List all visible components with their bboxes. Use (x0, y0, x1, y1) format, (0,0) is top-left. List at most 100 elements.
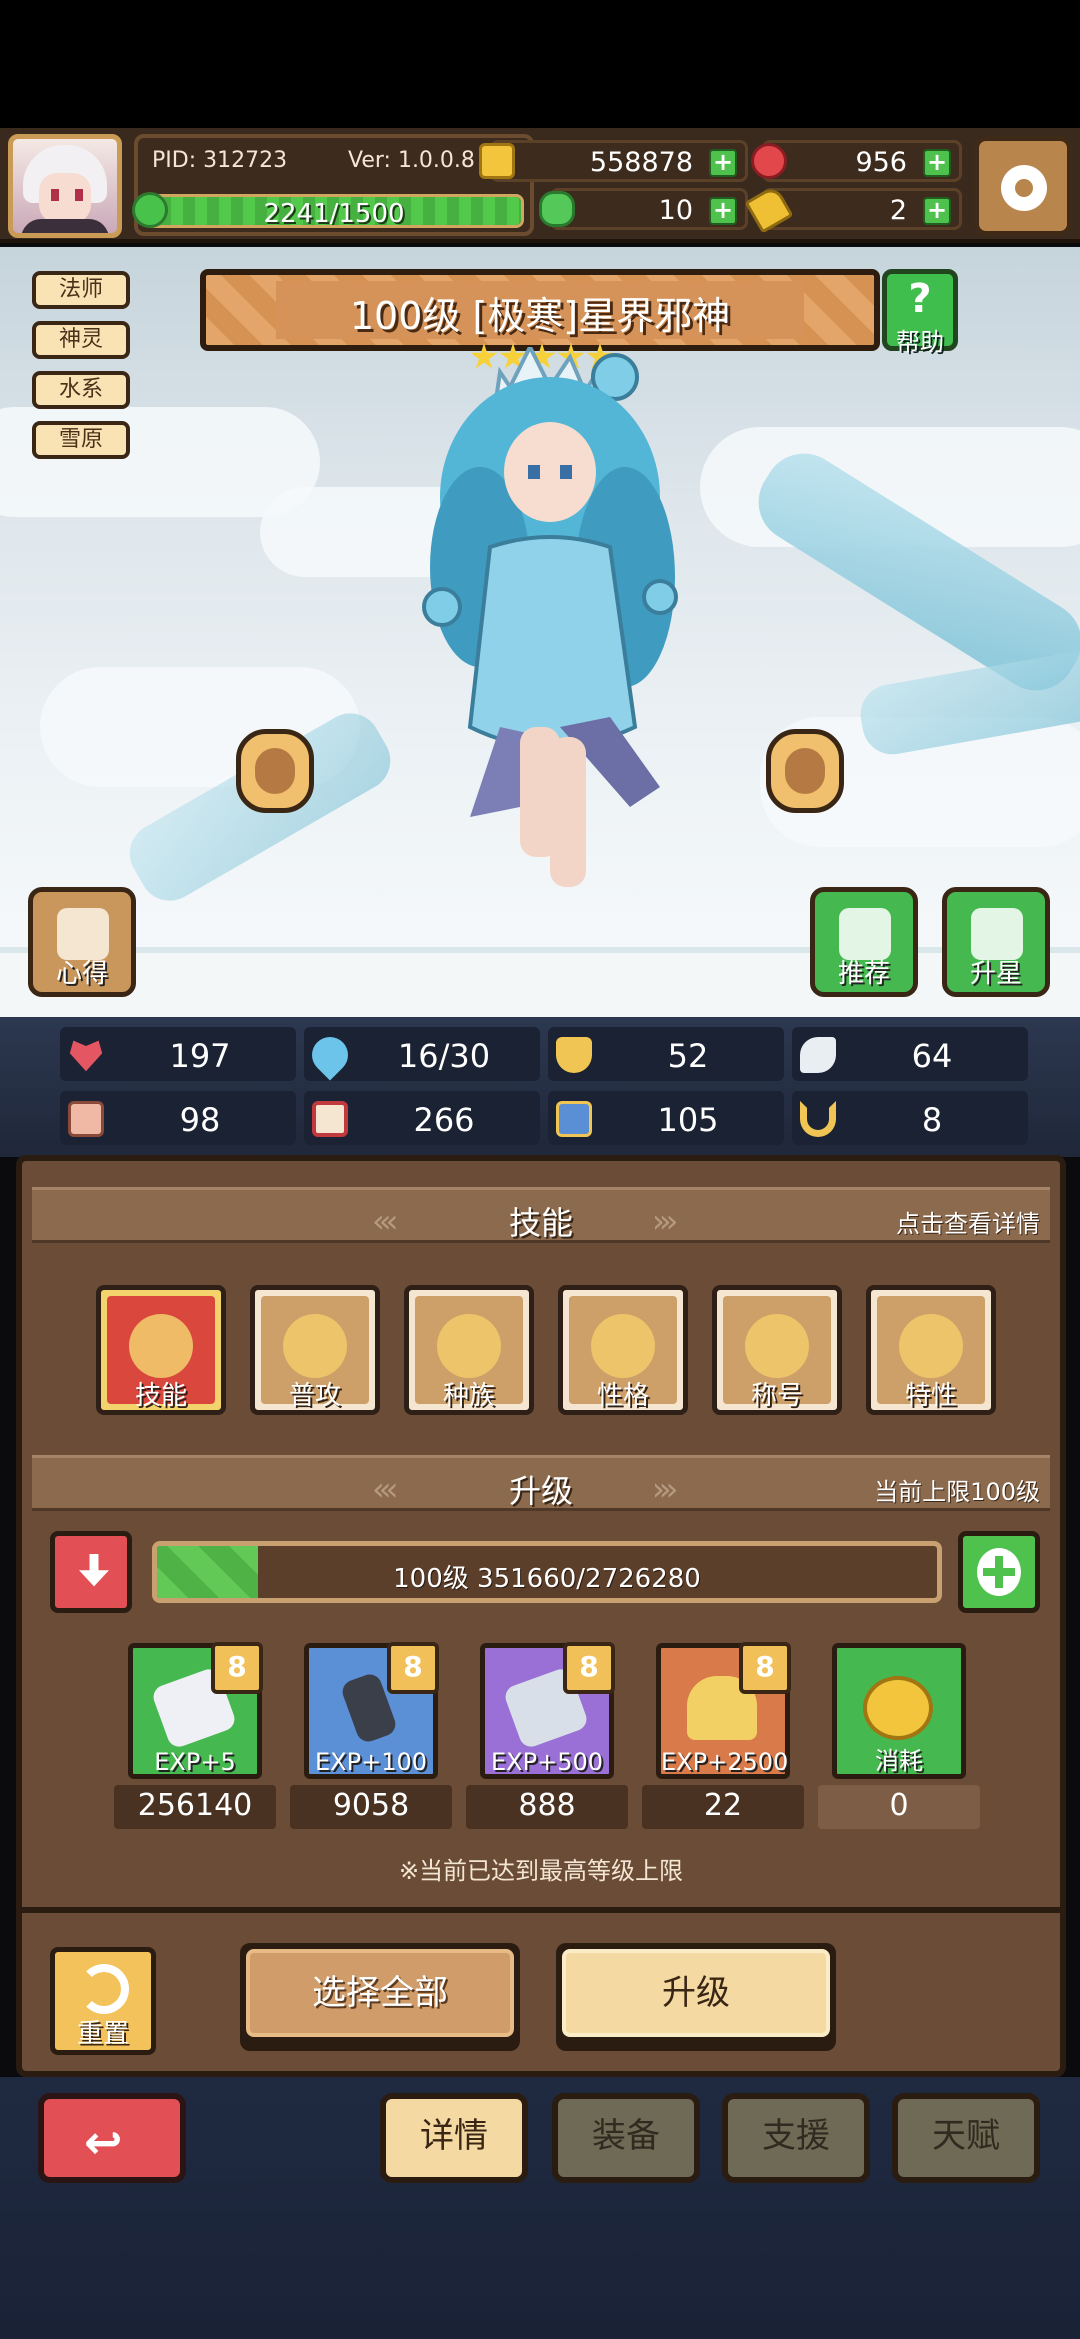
gold-counter: 558878 + (479, 140, 748, 182)
exp-item-medium[interactable]: EXP+100 (304, 1642, 439, 1779)
account-exp-text: 2241/1500 (263, 199, 405, 228)
add-gold-button[interactable]: + (709, 149, 737, 177)
clover-icon (539, 191, 575, 227)
tab-support[interactable]: 支援 (722, 2093, 870, 2183)
settings-button[interactable] (974, 136, 1072, 236)
hero-scene: 法师 神灵 水系 雪原 100级 [极寒]星界邪神 ? 帮助 心得 推荐 升星 (0, 247, 1080, 1017)
skills-detail-hint: 点击查看详情 (896, 1210, 1040, 1238)
refresh-icon (79, 1964, 129, 2014)
hero-title-banner: 100级 [极寒]星界邪神 (200, 269, 880, 351)
crossed-swords-icon (899, 1314, 963, 1378)
tab-equipment[interactable]: 装备 (552, 2093, 700, 2183)
skill-button-race[interactable]: 种族 (404, 1285, 534, 1415)
ruby-icon (751, 143, 787, 179)
heart-icon (69, 1040, 103, 1072)
exp-item-huge-label: EXP+2500 (661, 1748, 789, 1776)
exp-item-huge[interactable]: EXP+2500 (656, 1642, 791, 1779)
tab-talent[interactable]: 天赋 (892, 2093, 1040, 2183)
gold-coin-icon (863, 1676, 933, 1740)
prev-hero-button[interactable] (236, 729, 314, 813)
stat-defense-value: 52 (667, 1037, 709, 1075)
upgrade-button[interactable]: 升级 (556, 1943, 836, 2051)
exp-item-large[interactable]: EXP+500 (480, 1642, 615, 1779)
add-clover-button[interactable]: + (709, 197, 737, 225)
stat-magic-value: 266 (413, 1101, 475, 1139)
next-hero-button[interactable] (766, 729, 844, 813)
bottom-nav: ↩ 详情 装备 支援 天赋 (0, 2077, 1080, 2339)
chevron-right-icon: ››› (652, 1470, 679, 1508)
stat-defense: 52 (548, 1027, 784, 1081)
skill-icon (129, 1314, 193, 1378)
player-id: PID: 312723 (152, 148, 288, 173)
gear-icon (1001, 165, 1047, 211)
key-icon (744, 184, 794, 234)
skill-button-title[interactable]: 称号 (712, 1285, 842, 1415)
tag-class[interactable]: 法师 (32, 271, 130, 309)
stat-attack: 98 (60, 1091, 296, 1145)
question-mark-icon: ? (908, 276, 932, 322)
normal-attack-label: 普攻 (288, 1381, 341, 1411)
stat-mana-value: 16/30 (397, 1037, 491, 1075)
game-version: Ver: 1.0.0.8 (348, 148, 475, 173)
exp-item-huge-count: 22 (642, 1785, 804, 1829)
star-up-label: 升星 (969, 959, 1022, 989)
stat-magic-defense: 105 (548, 1091, 784, 1145)
level-progress-text: 100级 351660/2726280 (393, 1564, 701, 1594)
panel-divider (22, 1907, 1060, 1913)
stat-magic-defense-value: 105 (657, 1101, 719, 1139)
recommend-label: 推荐 (837, 959, 890, 989)
spellbook-icon (312, 1101, 348, 1137)
exp-item-small[interactable]: EXP+5 (128, 1642, 263, 1779)
gold-value: 558878 (589, 147, 693, 178)
magic-shield-icon (556, 1101, 592, 1137)
cost-display: 消耗 (832, 1643, 966, 1779)
level-progress-bar: 100级 351660/2726280 (152, 1541, 942, 1603)
down-arrow-icon (79, 1554, 109, 1587)
stat-mana: 16/30 (304, 1027, 540, 1081)
tag-element[interactable]: 水系 (32, 371, 130, 409)
add-key-button[interactable]: + (923, 197, 951, 225)
chevron-right-icon: ››› (652, 1202, 679, 1240)
clover-value: 10 (658, 195, 693, 226)
back-button[interactable]: ↩ (38, 2093, 186, 2183)
key-value: 2 (889, 195, 907, 226)
account-exp-bar: 2241/1500 (144, 194, 524, 228)
stat-hp-value: 197 (169, 1037, 231, 1075)
status-bar (0, 0, 1080, 128)
insights-label: 心得 (55, 959, 108, 989)
player-avatar[interactable] (8, 134, 122, 238)
level-up-plus-button[interactable] (958, 1531, 1040, 1613)
mana-drop-icon (304, 1029, 356, 1081)
skill-button-skill[interactable]: 技能 (96, 1285, 226, 1415)
skill-button-personality[interactable]: 性格 (558, 1285, 688, 1415)
trait-label: 特性 (904, 1381, 957, 1411)
tag-habitat[interactable]: 雪原 (32, 421, 130, 459)
level-down-button[interactable] (50, 1531, 132, 1613)
player-info: PID: 312723 Ver: 1.0.0.8 2241/1500 (132, 134, 534, 236)
tab-details[interactable]: 详情 (380, 2093, 528, 2183)
exp-item-large-count: 888 (466, 1785, 628, 1829)
skill-button-normal-attack[interactable]: 普攻 (250, 1285, 380, 1415)
title-icon (745, 1314, 809, 1378)
select-all-button[interactable]: 选择全部 (240, 1943, 520, 2051)
add-gem-button[interactable]: + (923, 149, 951, 177)
fist-icon (68, 1101, 104, 1137)
exp-clover-icon (132, 192, 168, 228)
plus-icon (977, 1548, 1021, 1596)
tag-race[interactable]: 神灵 (32, 321, 130, 359)
star-up-button[interactable]: 升星 (942, 887, 1050, 997)
help-label: 帮助 (896, 328, 944, 356)
stat-luck: 8 (792, 1091, 1028, 1145)
max-level-note: ※当前已达到最高等级上限 (398, 1857, 684, 1885)
stat-luck-value: 8 (921, 1101, 943, 1139)
reset-button[interactable]: 重置 (50, 1947, 156, 2055)
skills-section-header[interactable]: ‹‹‹ 技能 ››› 点击查看详情 (32, 1187, 1050, 1243)
exp-item-large-label: EXP+500 (491, 1748, 603, 1776)
hero-stats: 197 16/30 52 64 98 266 105 8 (0, 1017, 1080, 1157)
insights-button[interactable]: 心得 (28, 887, 136, 997)
race-emblem-icon (437, 1314, 501, 1378)
gem-value: 956 (855, 147, 907, 178)
skill-button-trait[interactable]: 特性 (866, 1285, 996, 1415)
recommend-button[interactable]: 推荐 (810, 887, 918, 997)
help-button[interactable]: ? 帮助 (882, 269, 958, 356)
